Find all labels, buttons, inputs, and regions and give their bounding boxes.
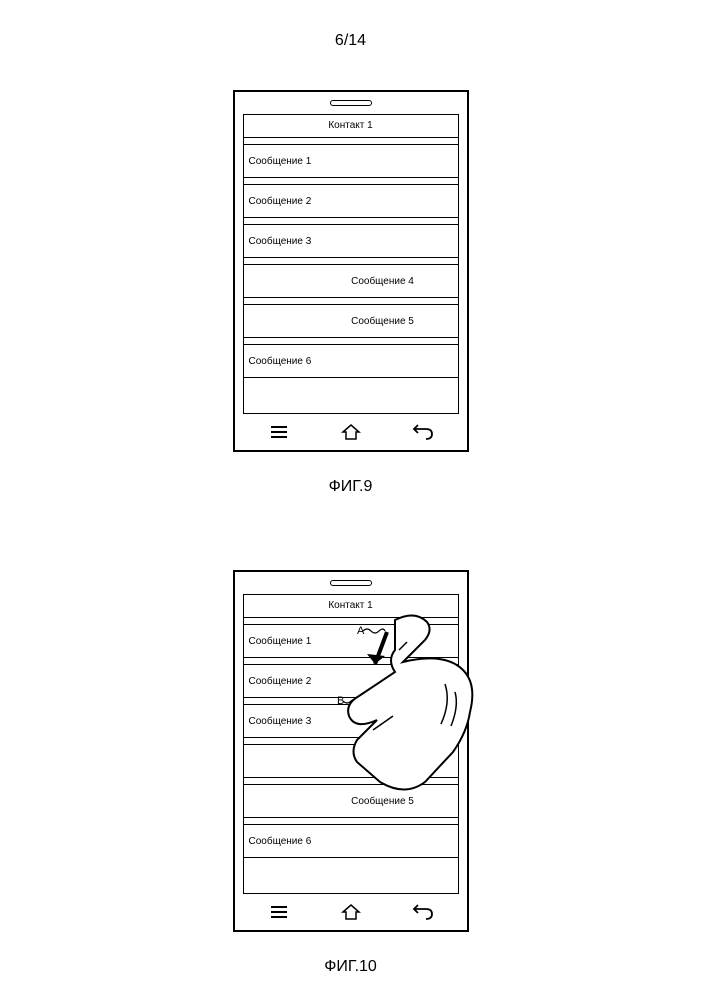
message-row[interactable]: Сообщение 1 (243, 144, 459, 178)
page-number: 6/14 (0, 32, 701, 50)
patent-figure-page: 6/14 Контакт 1 Сообщение 1 Сообщение 2 С… (0, 0, 701, 1000)
figure-caption: ФИГ.10 (324, 958, 377, 976)
nav-bar (243, 420, 459, 444)
menu-icon[interactable] (265, 902, 293, 922)
back-icon[interactable] (409, 422, 437, 442)
contact-title: Контакт 1 (244, 115, 458, 138)
message-label: Сообщение 5 (351, 796, 414, 807)
message-label: Сообщение 1 (249, 156, 312, 167)
message-row[interactable]: Сообщение 5 (243, 304, 459, 338)
speaker-slot (330, 580, 372, 586)
phone-device: Контакт 1 Сообщение 1 Сообщение 2 Сообще… (233, 570, 469, 932)
message-row[interactable]: Сообщение 6 (243, 824, 459, 858)
contact-title: Контакт 1 (244, 595, 458, 618)
message-row[interactable]: Сообщение 5 (243, 784, 459, 818)
message-row[interactable]: Сообщение 2 (243, 664, 459, 698)
message-label: Сообщение 2 (249, 676, 312, 687)
figure-9: Контакт 1 Сообщение 1 Сообщение 2 Сообще… (0, 90, 701, 496)
phone-screen: Контакт 1 Сообщение 1 Сообщение 2 Сообще… (243, 594, 459, 894)
phone-screen: Контакт 1 Сообщение 1 Сообщение 2 Сообще… (243, 114, 459, 414)
menu-icon[interactable] (265, 422, 293, 442)
message-label: Сообщение 1 (249, 636, 312, 647)
message-list: Сообщение 1 Сообщение 2 Сообщение 3 Сооб… (244, 624, 458, 858)
message-label: Сообщение 4 (351, 276, 414, 287)
message-label: Сообщение 5 (351, 316, 414, 327)
message-label: Сообщение 6 (249, 836, 312, 847)
speaker-slot (330, 100, 372, 106)
figure-caption: ФИГ.9 (329, 478, 373, 496)
message-label: Сообщение 3 (249, 716, 312, 727)
message-row[interactable]: Сообщение 3 (243, 704, 459, 738)
home-icon[interactable] (337, 902, 365, 922)
message-label: Сообщение 6 (249, 356, 312, 367)
back-icon[interactable] (409, 902, 437, 922)
message-label: Сообщение 2 (249, 196, 312, 207)
figure-10: Контакт 1 Сообщение 1 Сообщение 2 Сообще… (0, 570, 701, 976)
message-label: Сообщение 3 (249, 236, 312, 247)
phone-device: Контакт 1 Сообщение 1 Сообщение 2 Сообще… (233, 90, 469, 452)
message-row[interactable]: Сообщение 1 (243, 624, 459, 658)
message-row[interactable]: Сообщение 3 (243, 224, 459, 258)
message-row[interactable]: Сообщение 2 (243, 184, 459, 218)
message-list: Сообщение 1 Сообщение 2 Сообщение 3 Сооб… (244, 144, 458, 378)
message-row[interactable] (243, 744, 459, 778)
nav-bar (243, 900, 459, 924)
home-icon[interactable] (337, 422, 365, 442)
message-row[interactable]: Сообщение 6 (243, 344, 459, 378)
message-row[interactable]: Сообщение 4 (243, 264, 459, 298)
